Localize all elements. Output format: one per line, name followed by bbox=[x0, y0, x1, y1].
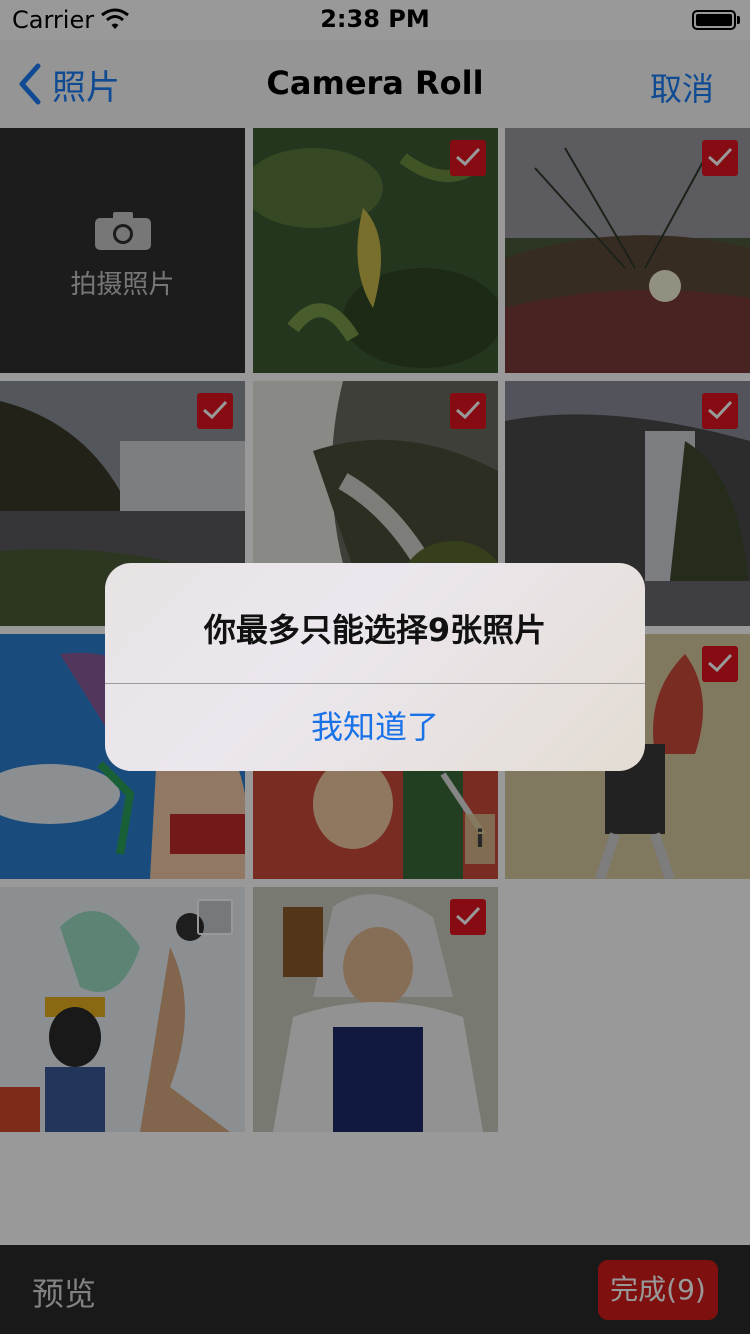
alert-dialog: 你最多只能选择9张照片 我知道了 bbox=[105, 563, 645, 771]
alert-message: 你最多只能选择9张照片 bbox=[203, 611, 547, 649]
alert-ok-button[interactable]: 我知道了 bbox=[105, 684, 645, 771]
